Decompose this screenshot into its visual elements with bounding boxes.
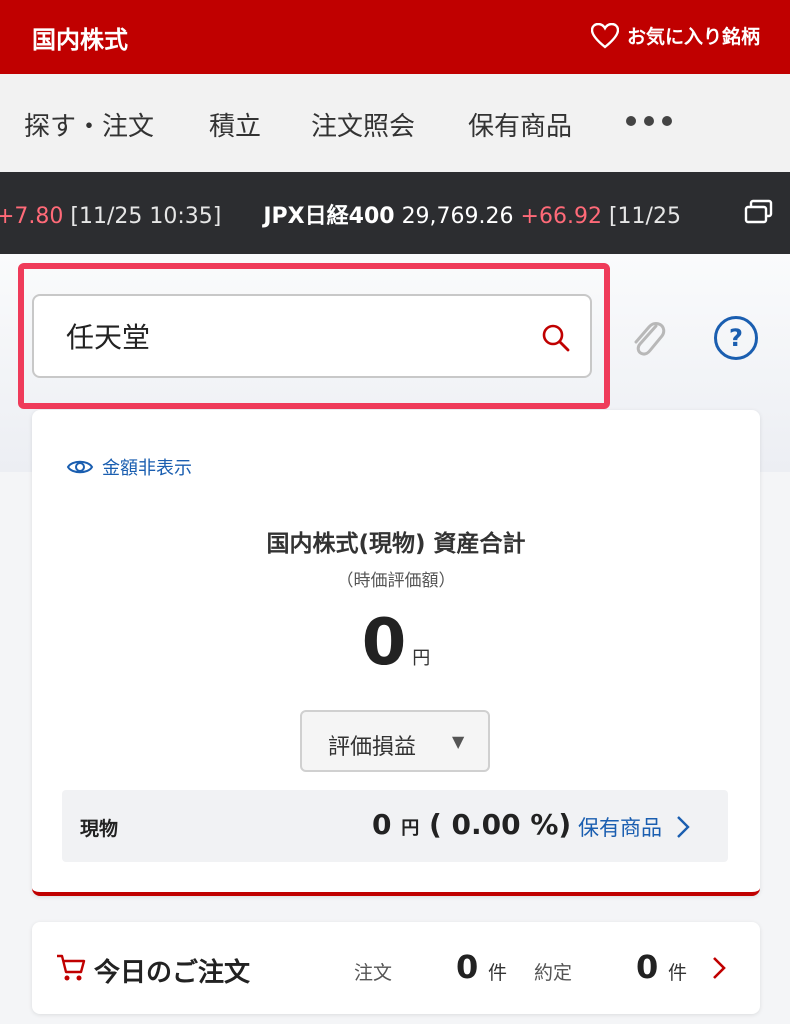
triangle-down-icon: ▼: [452, 732, 465, 751]
ticker-index-value: 29,769.26: [401, 204, 514, 229]
ticker-prev-change: +7.80: [0, 204, 64, 229]
ticker-index-change: +66.92: [520, 204, 602, 229]
ticker-index-time: [11/25: [608, 204, 681, 229]
order-count-unit: 件: [488, 962, 508, 984]
fill-count-unit: 件: [668, 962, 688, 984]
fill-count-label: 約定: [534, 962, 573, 984]
favorites-label: お気に入り銘柄: [626, 26, 760, 48]
ticker-prev-time: [11/25 10:35]: [70, 204, 222, 229]
holdings-link-label: 保有商品: [578, 816, 662, 840]
valuation-select-label: 評価損益: [328, 735, 417, 760]
favorites-button[interactable]: お気に入り銘柄: [590, 22, 760, 49]
chevron-right-icon: [677, 816, 690, 838]
app-header: 国内株式 お気に入り銘柄: [0, 0, 790, 74]
nav-item-accumulation[interactable]: 積立: [209, 106, 261, 143]
holding-amount: 0: [372, 808, 392, 841]
market-ticker: +7.80 [11/25 10:35] JPX日経400 29,769.26 +…: [0, 172, 790, 254]
asset-total-subtitle: （時価評価額）: [336, 571, 456, 591]
page-title: 国内株式: [32, 26, 128, 54]
cart-icon: [57, 954, 86, 981]
nav-item-holdings[interactable]: 保有商品: [468, 106, 572, 143]
paperclip-icon[interactable]: [628, 316, 668, 360]
holding-unit: 円: [401, 818, 420, 839]
order-count-label: 注文: [354, 962, 393, 984]
hide-amount-toggle[interactable]: 金額非表示: [66, 454, 192, 480]
holdings-link[interactable]: 保有商品: [578, 812, 690, 842]
search-highlight-box: [18, 263, 610, 409]
chevron-right-icon: [713, 957, 726, 979]
nav-item-order-inquiry[interactable]: 注文照会: [311, 106, 415, 143]
hide-amount-label: 金額非表示: [102, 458, 192, 479]
holding-label: 現物: [80, 818, 119, 840]
eye-icon: [66, 460, 94, 474]
help-icon[interactable]: ?: [714, 316, 758, 360]
ellipsis-icon[interactable]: [626, 116, 672, 126]
holding-value: 0 円 ( 0.00 %): [372, 808, 571, 841]
order-count: 0: [456, 948, 479, 986]
holding-percent: ( 0.00 %): [428, 808, 572, 841]
fill-count: 0: [636, 948, 659, 986]
todays-orders-card[interactable]: 今日のご注文 注文 0 件 約定 0 件: [32, 922, 760, 1014]
ticker-fade: [680, 172, 730, 254]
asset-total-unit: 円: [412, 648, 431, 669]
ticker-strip: +7.80 [11/25 10:35] JPX日経400 29,769.26 +…: [0, 198, 720, 230]
asset-total-amount: 0円: [32, 606, 760, 680]
main-nav: 探す・注文 積立 注文照会 保有商品: [0, 74, 790, 172]
holding-row: 現物 0 円 ( 0.00 %) 保有商品: [62, 790, 728, 862]
asset-total-value: 0: [361, 606, 407, 680]
asset-summary-card: 金額非表示 国内株式(現物) 資産合計 （時価評価額） 0円 評価損益 ▼ 現物…: [32, 410, 760, 896]
todays-orders-title: 今日のご注文: [94, 958, 251, 988]
expand-window-icon[interactable]: [744, 198, 774, 226]
valuation-select[interactable]: 評価損益 ▼: [300, 710, 490, 772]
asset-total-title: 国内株式(現物) 資産合計: [266, 531, 526, 557]
heart-icon: [590, 22, 619, 49]
nav-item-search-order[interactable]: 探す・注文: [24, 106, 154, 143]
ticker-index-name: JPX日経400: [263, 204, 395, 229]
